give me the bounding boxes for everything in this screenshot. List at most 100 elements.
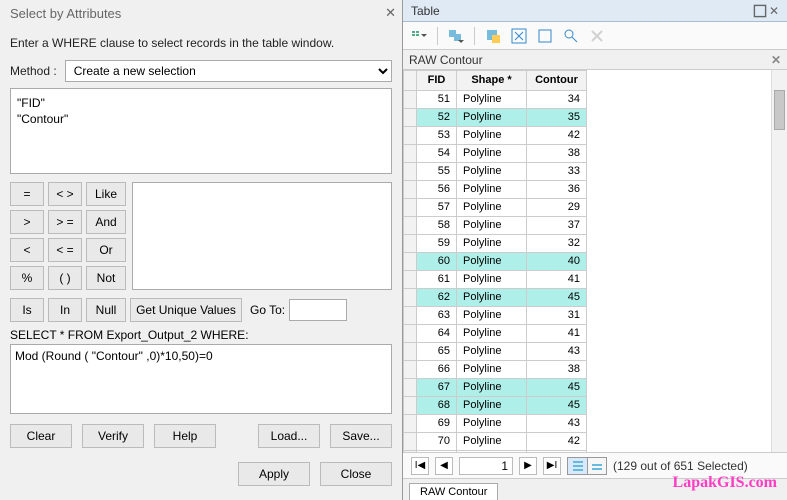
save-button[interactable]: Save... (330, 424, 392, 448)
close-icon[interactable]: ✕ (771, 53, 781, 67)
cell-contour[interactable]: 37 (527, 217, 587, 235)
cell-shape[interactable]: Polyline (457, 127, 527, 145)
row-selector[interactable] (404, 397, 417, 415)
close-icon[interactable]: ✕ (769, 4, 783, 18)
table-options-icon[interactable] (411, 28, 427, 44)
cell-shape[interactable]: Polyline (457, 325, 527, 343)
op-pct-button[interactable]: % (10, 266, 44, 290)
cell-contour[interactable]: 32 (527, 235, 587, 253)
close-icon[interactable]: ✕ (385, 5, 396, 21)
table-row[interactable]: 67Polyline45 (404, 379, 587, 397)
op-null-button[interactable]: Null (86, 298, 126, 322)
row-selector[interactable] (404, 127, 417, 145)
cell-fid[interactable]: 54 (417, 145, 457, 163)
row-selector[interactable] (404, 181, 417, 199)
cell-contour[interactable]: 42 (527, 127, 587, 145)
row-selector[interactable] (404, 325, 417, 343)
op-ne-button[interactable]: < > (48, 182, 82, 206)
cell-fid[interactable]: 68 (417, 397, 457, 415)
cell-fid[interactable]: 63 (417, 307, 457, 325)
cell-contour[interactable]: 34 (527, 91, 587, 109)
cell-contour[interactable]: 45 (527, 397, 587, 415)
select-by-attributes-icon[interactable] (485, 28, 501, 44)
cell-fid[interactable]: 67 (417, 379, 457, 397)
row-selector[interactable] (404, 343, 417, 361)
cell-contour[interactable]: 31 (527, 307, 587, 325)
next-record-button[interactable]: ▶ (519, 457, 537, 475)
cell-shape[interactable]: Polyline (457, 379, 527, 397)
close-button[interactable]: Close (320, 462, 392, 486)
cell-fid[interactable]: 52 (417, 109, 457, 127)
zoom-selection-icon[interactable] (563, 28, 579, 44)
col-shape[interactable]: Shape * (457, 71, 527, 91)
clear-selection-icon[interactable] (537, 28, 553, 44)
verify-button[interactable]: Verify (82, 424, 144, 448)
op-le-button[interactable]: < = (48, 238, 82, 262)
op-eq-button[interactable]: = (10, 182, 44, 206)
table-row[interactable]: 53Polyline42 (404, 127, 587, 145)
row-selector[interactable] (404, 289, 417, 307)
cell-fid[interactable]: 51 (417, 91, 457, 109)
op-not-button[interactable]: Not (86, 266, 126, 290)
cell-shape[interactable]: Polyline (457, 289, 527, 307)
cell-fid[interactable]: 61 (417, 271, 457, 289)
related-tables-icon[interactable] (448, 28, 464, 44)
cell-shape[interactable]: Polyline (457, 253, 527, 271)
cell-contour[interactable]: 35 (527, 109, 587, 127)
cell-shape[interactable]: Polyline (457, 433, 527, 451)
row-selector[interactable] (404, 109, 417, 127)
cell-contour[interactable]: 33 (527, 163, 587, 181)
cell-fid[interactable]: 55 (417, 163, 457, 181)
cell-fid[interactable]: 69 (417, 415, 457, 433)
cell-shape[interactable]: Polyline (457, 235, 527, 253)
table-row[interactable]: 69Polyline43 (404, 415, 587, 433)
cell-contour[interactable]: 36 (527, 181, 587, 199)
cell-contour[interactable]: 41 (527, 271, 587, 289)
cell-shape[interactable]: Polyline (457, 91, 527, 109)
table-row[interactable]: 58Polyline37 (404, 217, 587, 235)
row-selector[interactable] (404, 271, 417, 289)
goto-input[interactable] (289, 299, 347, 321)
cell-fid[interactable]: 66 (417, 361, 457, 379)
show-selected-records-button[interactable] (587, 457, 607, 475)
cell-shape[interactable]: Polyline (457, 397, 527, 415)
cell-fid[interactable]: 62 (417, 289, 457, 307)
row-selector[interactable] (404, 199, 417, 217)
cell-contour[interactable]: 45 (527, 379, 587, 397)
row-selector[interactable] (404, 361, 417, 379)
cell-fid[interactable]: 57 (417, 199, 457, 217)
table-row[interactable]: 60Polyline40 (404, 253, 587, 271)
last-record-button[interactable]: ▶I (543, 457, 561, 475)
cell-contour[interactable]: 29 (527, 199, 587, 217)
help-button[interactable]: Help (154, 424, 216, 448)
table-row[interactable]: 70Polyline42 (404, 433, 587, 451)
row-selector[interactable] (404, 163, 417, 181)
unique-values-list[interactable] (132, 182, 392, 290)
cell-shape[interactable]: Polyline (457, 109, 527, 127)
table-row[interactable]: 51Polyline34 (404, 91, 587, 109)
cell-contour[interactable]: 43 (527, 415, 587, 433)
row-selector[interactable] (404, 217, 417, 235)
row-selector[interactable] (404, 253, 417, 271)
get-unique-values-button[interactable]: Get Unique Values (130, 298, 242, 322)
op-paren-button[interactable]: ( ) (48, 266, 82, 290)
cell-fid[interactable]: 53 (417, 127, 457, 145)
cell-fid[interactable]: 56 (417, 181, 457, 199)
cell-fid[interactable]: 60 (417, 253, 457, 271)
table-row[interactable]: 66Polyline38 (404, 361, 587, 379)
cell-shape[interactable]: Polyline (457, 181, 527, 199)
table-row[interactable]: 65Polyline43 (404, 343, 587, 361)
cell-shape[interactable]: Polyline (457, 217, 527, 235)
field-item[interactable]: "Contour" (17, 111, 385, 127)
op-and-button[interactable]: And (86, 210, 126, 234)
cell-shape[interactable]: Polyline (457, 361, 527, 379)
cell-shape[interactable]: Polyline (457, 307, 527, 325)
cell-shape[interactable]: Polyline (457, 199, 527, 217)
first-record-button[interactable]: I◀ (411, 457, 429, 475)
row-selector[interactable] (404, 91, 417, 109)
field-item[interactable]: "FID" (17, 95, 385, 111)
cell-fid[interactable]: 64 (417, 325, 457, 343)
table-row[interactable]: 55Polyline33 (404, 163, 587, 181)
cell-contour[interactable]: 38 (527, 361, 587, 379)
show-all-records-button[interactable] (567, 457, 587, 475)
